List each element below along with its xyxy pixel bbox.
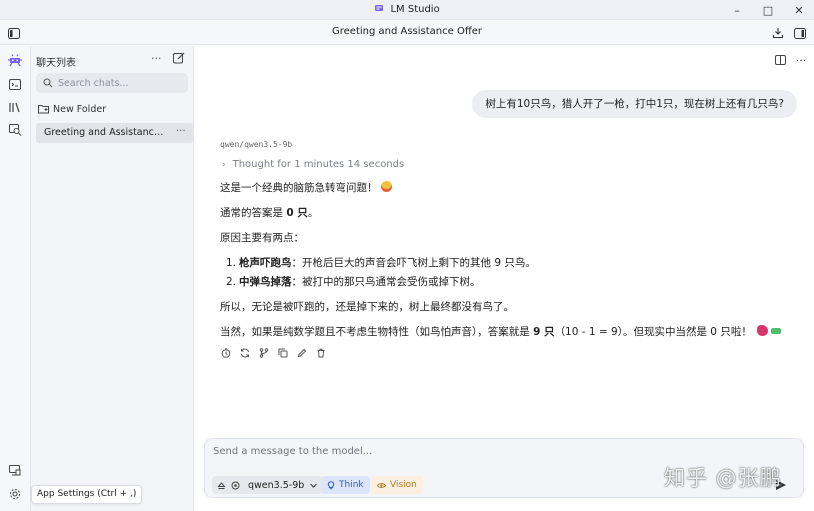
eye-icon bbox=[377, 482, 386, 488]
split-view-icon[interactable] bbox=[773, 53, 787, 67]
model-settings-icon[interactable] bbox=[231, 481, 240, 490]
timer-icon[interactable] bbox=[220, 347, 232, 359]
models-nav-icon[interactable] bbox=[6, 98, 24, 116]
water-gun-emoji-icon bbox=[770, 328, 781, 334]
thought-label: Thought for 1 minutes 14 seconds bbox=[232, 159, 405, 170]
vision-toggle[interactable]: Vision bbox=[371, 476, 423, 494]
chevron-right-icon: › bbox=[222, 159, 226, 170]
downloads-nav-icon[interactable] bbox=[6, 461, 24, 479]
delete-icon[interactable] bbox=[315, 347, 327, 359]
vision-label: Vision bbox=[390, 480, 417, 490]
response-model-name: qwen/qwen3.5-9b bbox=[220, 140, 293, 149]
response-paragraph: 这是一个经典的脑筋急转弯问题！ bbox=[220, 180, 392, 195]
chat-title: Greeting and Assistance Offer bbox=[332, 26, 482, 37]
response-paragraph: 通常的答案是 0 只。 bbox=[220, 207, 319, 219]
selected-model-label: qwen3.5-9b bbox=[248, 479, 305, 491]
edit-icon[interactable] bbox=[296, 347, 308, 359]
sidebar-more-button[interactable]: ··· bbox=[151, 52, 162, 65]
app-settings-tooltip: App Settings (Ctrl + ,) bbox=[31, 485, 143, 504]
think-label: Think bbox=[339, 480, 364, 490]
chat-options-button[interactable]: ··· bbox=[794, 53, 808, 67]
settings-gear-icon[interactable] bbox=[6, 485, 24, 503]
chat-list-item[interactable]: Greeting and Assistance Offer ··· bbox=[36, 123, 193, 143]
folder-plus-icon bbox=[38, 105, 49, 114]
chat-item-more-button[interactable]: ··· bbox=[176, 126, 186, 137]
search-icon bbox=[43, 78, 53, 88]
message-actions bbox=[220, 347, 327, 359]
maximize-button[interactable]: □ bbox=[753, 0, 783, 20]
download-icon[interactable] bbox=[770, 25, 786, 41]
discover-nav-icon[interactable] bbox=[6, 121, 24, 139]
chat-search[interactable] bbox=[36, 73, 188, 93]
response-list-item: 2. 中弹鸟掉落：被打中的那只鸟通常会受伤或掉下树。 bbox=[225, 276, 481, 288]
search-chats-input[interactable] bbox=[58, 76, 182, 90]
eject-icon[interactable] bbox=[217, 481, 226, 490]
new-folder-button[interactable]: New Folder bbox=[38, 102, 106, 116]
response-paragraph: 原因主要有两点： bbox=[220, 232, 304, 244]
think-toggle[interactable]: Think bbox=[321, 476, 370, 494]
chat-list-header: 聊天列表 bbox=[36, 58, 76, 69]
new-folder-label: New Folder bbox=[53, 103, 107, 115]
new-chat-icon[interactable] bbox=[173, 52, 185, 64]
thought-toggle[interactable]: › Thought for 1 minutes 14 seconds bbox=[222, 159, 404, 170]
response-paragraph: 所以，无论是被吓跑的，还是掉下来的，树上最终都没有鸟了。 bbox=[220, 301, 514, 313]
response-paragraph: 当然，如果是纯数学题且不考虑生物特性（如鸟怕声音），答案就是 9 只（10 - … bbox=[220, 324, 781, 339]
branch-icon[interactable] bbox=[258, 347, 270, 359]
zhihu-watermark: 知乎 @张鹏 bbox=[664, 466, 782, 490]
response-list-item: 1. 枪声吓跑鸟：开枪后巨大的声音会吓飞树上剩下的其他 9 只鸟。 bbox=[225, 257, 536, 269]
nav-rail bbox=[0, 46, 31, 511]
lmstudio-logo-icon bbox=[375, 5, 384, 11]
developer-nav-icon[interactable] bbox=[6, 75, 24, 93]
grinning-emoji-icon bbox=[380, 181, 392, 192]
bird-emoji-icon bbox=[756, 325, 768, 336]
chat-nav-icon[interactable] bbox=[6, 52, 24, 70]
lightbulb-icon bbox=[327, 480, 335, 489]
message-input[interactable] bbox=[213, 446, 773, 462]
chat-main: ··· 树上有10只鸟，猎人开了一枪，打中1只，现在树上还有几只鸟? qwen/… bbox=[194, 46, 814, 511]
user-message: 树上有10只鸟，猎人开了一枪，打中1只，现在树上还有几只鸟? bbox=[472, 90, 797, 118]
app-header: Greeting and Assistance Offer bbox=[0, 21, 814, 45]
window-title-text: LM Studio bbox=[390, 4, 440, 15]
close-button[interactable]: ✕ bbox=[784, 0, 814, 20]
window-title: LM Studio bbox=[0, 3, 814, 15]
model-selector[interactable]: qwen3.5-9b bbox=[212, 476, 324, 494]
minimize-button[interactable]: – bbox=[722, 0, 752, 20]
copy-icon[interactable] bbox=[277, 347, 289, 359]
window-titlebar: LM Studio – □ ✕ bbox=[0, 0, 814, 20]
chevron-down-icon bbox=[310, 483, 318, 488]
chat-sidebar: 聊天列表 ··· New Folder Greeting and Assista… bbox=[31, 46, 194, 511]
toggle-right-panel-icon[interactable] bbox=[792, 25, 808, 41]
chat-list-item-label: Greeting and Assistance Offer bbox=[44, 127, 169, 138]
regenerate-icon[interactable] bbox=[239, 347, 251, 359]
